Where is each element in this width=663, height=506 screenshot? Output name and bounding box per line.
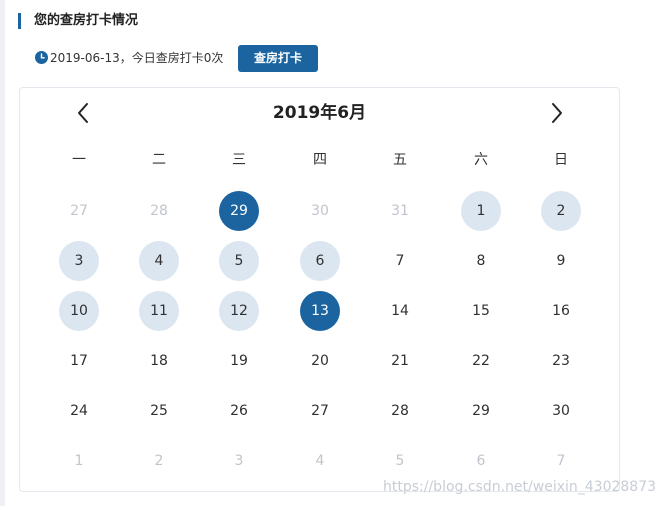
- calendar-day-cell[interactable]: 11: [139, 291, 179, 331]
- calendar-day-cell[interactable]: 2: [541, 191, 581, 231]
- weekday-label: 一: [72, 152, 86, 168]
- calendar-day-cell[interactable]: 31: [380, 191, 420, 231]
- calendar-day-cell[interactable]: 9: [541, 241, 581, 281]
- calendar-day-cell[interactable]: 16: [541, 291, 581, 331]
- calendar-day-cell[interactable]: 5: [380, 441, 420, 481]
- calendar: 2019年6月 一二三四五六日 27 28 29 30 31 1 2 3 4 5 6 7 8 9 10 11 1…: [19, 87, 620, 492]
- calendar-day-cell[interactable]: 3: [59, 241, 99, 281]
- calendar-day-cell[interactable]: 30: [541, 391, 581, 431]
- calendar-day-cell[interactable]: 6: [300, 241, 340, 281]
- calendar-day-cell[interactable]: 2: [139, 441, 179, 481]
- calendar-day-cell[interactable]: 4: [139, 241, 179, 281]
- calendar-day-cell[interactable]: 12: [219, 291, 259, 331]
- calendar-day-cell[interactable]: 20: [300, 341, 340, 381]
- title-accent-bar: [18, 13, 21, 29]
- page-title: 您的查房打卡情况: [34, 13, 139, 28]
- calendar-day-cell[interactable]: 14: [380, 291, 420, 331]
- month-title: 2019年6月: [272, 103, 367, 123]
- calendar-day-cell[interactable]: 10: [59, 291, 99, 331]
- weekday-label: 五: [393, 152, 407, 168]
- calendar-day-cell[interactable]: 13: [300, 291, 340, 331]
- calendar-day-cell[interactable]: 28: [139, 191, 179, 231]
- checkin-button[interactable]: 查房打卡: [238, 45, 318, 72]
- calendar-day-cell[interactable]: 29: [461, 391, 501, 431]
- calendar-day-cell[interactable]: 26: [219, 391, 259, 431]
- calendar-day-cell[interactable]: 22: [461, 341, 501, 381]
- calendar-day-cell[interactable]: 4: [300, 441, 340, 481]
- calendar-day-cell[interactable]: 27: [59, 191, 99, 231]
- calendar-day-cell[interactable]: 28: [380, 391, 420, 431]
- calendar-day-cell[interactable]: 23: [541, 341, 581, 381]
- next-month-button[interactable]: [542, 100, 572, 126]
- weekday-label: 日: [554, 152, 568, 168]
- calendar-day-cell[interactable]: 25: [139, 391, 179, 431]
- calendar-day-cell[interactable]: 30: [300, 191, 340, 231]
- weekday-label: 三: [232, 152, 246, 168]
- calendar-day-cell[interactable]: 17: [59, 341, 99, 381]
- calendar-day-cell[interactable]: 1: [461, 191, 501, 231]
- calendar-day-cell[interactable]: 15: [461, 291, 501, 331]
- calendar-day-cell[interactable]: 29: [219, 191, 259, 231]
- watermark: https://blog.csdn.net/weixin_43028873: [383, 479, 657, 495]
- calendar-day-cell[interactable]: 1: [59, 441, 99, 481]
- calendar-day-cell[interactable]: 3: [219, 441, 259, 481]
- left-edge-strip: [0, 0, 5, 506]
- weekday-label: 六: [474, 152, 488, 168]
- checkin-status-text: 2019-06-13，今日查房打卡0次: [50, 51, 224, 65]
- weekday-label: 二: [152, 152, 166, 168]
- calendar-day-cell[interactable]: 18: [139, 341, 179, 381]
- calendar-day-cell[interactable]: 8: [461, 241, 501, 281]
- calendar-day-cell[interactable]: 7: [380, 241, 420, 281]
- calendar-day-cell[interactable]: 21: [380, 341, 420, 381]
- chevron-right-icon: [552, 103, 562, 123]
- calendar-day-cell[interactable]: 19: [219, 341, 259, 381]
- calendar-day-cell[interactable]: 27: [300, 391, 340, 431]
- weekday-label: 四: [313, 152, 327, 168]
- calendar-day-cell[interactable]: 6: [461, 441, 501, 481]
- calendar-day-cell[interactable]: 7: [541, 441, 581, 481]
- clock-icon: [35, 51, 48, 64]
- calendar-day-cell[interactable]: 5: [219, 241, 259, 281]
- calendar-day-cell[interactable]: 24: [59, 391, 99, 431]
